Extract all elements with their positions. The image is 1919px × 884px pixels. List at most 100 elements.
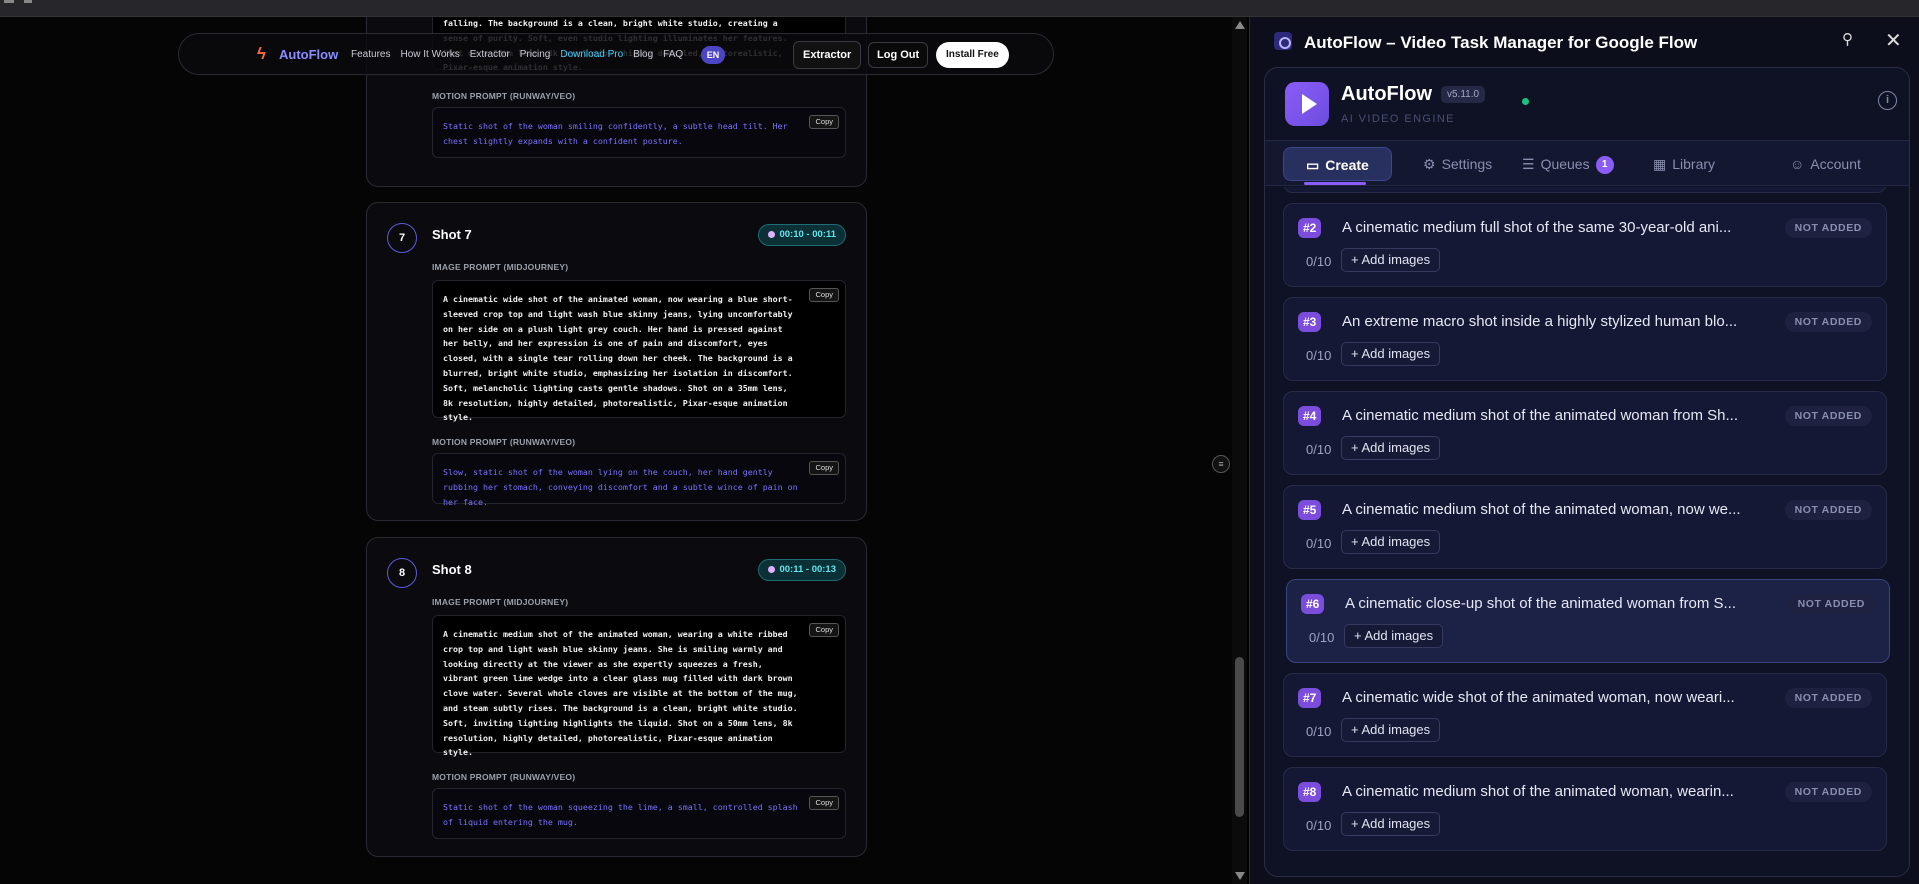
nav-link-features[interactable]: Features — [351, 49, 390, 60]
image-count: 0/10 — [1306, 536, 1332, 551]
nav-link-download-pro[interactable]: Download Pro — [560, 49, 623, 60]
image-count: 0/10 — [1306, 818, 1332, 833]
tab-queues[interactable]: ☰ Queues 1 — [1522, 147, 1614, 181]
install-free-button[interactable]: Install Free — [936, 42, 1009, 68]
image-prompt-text: A cinematic wide shot of the animated wo… — [443, 294, 793, 423]
task-item[interactable]: #8 A cinematic medium shot of the animat… — [1283, 767, 1887, 851]
tab-library[interactable]: ▦ Library — [1653, 147, 1715, 181]
task-number: #2 — [1298, 218, 1322, 238]
task-item[interactable]: #5 A cinematic medium shot of the animat… — [1283, 485, 1887, 569]
extension-body: AutoFlow v5.11.0 AI VIDEO ENGINE i ▭ Crea… — [1264, 67, 1910, 877]
app-tagline: AI VIDEO ENGINE — [1341, 113, 1455, 125]
task-description: A cinematic wide shot of the animated wo… — [1342, 689, 1735, 706]
shot-card: 8 Shot 8 00:11 - 00:13 IMAGE PROMPT (MID… — [366, 537, 867, 857]
status-badge: NOT ADDED — [1784, 688, 1872, 708]
image-count: 0/10 — [1306, 724, 1332, 739]
task-item[interactable]: #3 An extreme macro shot inside a highly… — [1283, 297, 1887, 381]
scrollbar-thumb[interactable] — [1235, 657, 1244, 817]
list-item[interactable] — [1283, 187, 1887, 193]
video-icon: ▭ — [1306, 157, 1320, 173]
scroll-down-icon[interactable] — [1235, 872, 1245, 880]
status-badge: NOT ADDED — [1784, 500, 1872, 520]
nav-link-pricing[interactable]: Pricing — [520, 49, 551, 60]
tab-label: Settings — [1441, 156, 1493, 172]
window-icon — [24, 0, 32, 3]
image-count: 0/10 — [1309, 630, 1335, 645]
nav-link-extractor[interactable]: Extractor — [470, 49, 510, 60]
task-number: #3 — [1298, 312, 1322, 332]
play-logo-icon — [1285, 82, 1329, 126]
motion-prompt-box: Slow, static shot of the woman lying on … — [432, 453, 846, 507]
motion-prompt-label: MOTION PROMPT (RUNWAY/VEO) — [432, 91, 576, 101]
image-prompt-box: A cinematic wide shot of the animated wo… — [432, 280, 846, 422]
nav-link-blog[interactable]: Blog — [633, 49, 653, 60]
site-navbar: ϟ AutoFlow Features How It Works Extract… — [178, 33, 1054, 75]
tab-label: Library — [1672, 156, 1716, 172]
tab-label: Account — [1810, 156, 1861, 172]
motion-prompt-box: Static shot of the woman smiling confide… — [432, 107, 846, 158]
time-range: 00:11 - 00:13 — [779, 564, 836, 575]
add-images-button[interactable]: + Add images — [1341, 812, 1441, 836]
image-prompt-label: IMAGE PROMPT (MIDJOURNEY) — [432, 262, 569, 272]
motion-prompt-label: MOTION PROMPT (RUNWAY/VEO) — [432, 437, 576, 447]
panel-toggle-icon[interactable]: ≡ — [1212, 455, 1230, 473]
copy-button[interactable]: Copy — [809, 623, 839, 637]
nav-link-faq[interactable]: FAQ — [663, 49, 683, 60]
copy-button[interactable]: Copy — [809, 115, 839, 129]
list-icon: ☰ — [1522, 156, 1535, 172]
page-scrollbar[interactable] — [1232, 17, 1247, 884]
bolt-icon: ϟ — [257, 44, 266, 63]
active-tab-indicator — [1304, 182, 1366, 185]
close-icon[interactable]: ✕ — [1885, 28, 1902, 53]
task-description: A cinematic medium shot of the animated … — [1342, 407, 1739, 424]
copy-button[interactable]: Copy — [809, 288, 839, 302]
task-description: An extreme macro shot inside a highly st… — [1342, 313, 1738, 330]
tab-create[interactable]: ▭ Create — [1283, 147, 1392, 185]
status-badge: NOT ADDED — [1784, 782, 1872, 802]
task-item[interactable]: #4 A cinematic medium shot of the animat… — [1283, 391, 1887, 475]
motion-prompt-text: Static shot of the woman smiling confide… — [443, 121, 788, 146]
add-images-button[interactable]: + Add images — [1344, 624, 1444, 648]
scroll-up-icon[interactable] — [1235, 21, 1245, 29]
add-images-button[interactable]: + Add images — [1341, 718, 1441, 742]
shot-number: 7 — [387, 223, 417, 253]
language-toggle[interactable]: EN — [701, 46, 725, 64]
image-prompt-text: A cinematic medium shot of the animated … — [443, 629, 798, 758]
add-images-button[interactable]: + Add images — [1341, 530, 1441, 554]
version-badge: v5.11.0 — [1441, 86, 1486, 103]
info-icon[interactable]: i — [1878, 91, 1897, 110]
shot-number: 8 — [387, 558, 417, 588]
extractor-button[interactable]: Extractor — [793, 41, 862, 69]
browser-top-strip — [0, 0, 1919, 17]
time-badge: 00:11 - 00:13 — [758, 559, 846, 581]
shot-card: 7 Shot 7 00:10 - 00:11 IMAGE PROMPT (MID… — [366, 202, 867, 521]
motion-prompt-text: Static shot of the woman squeezing the l… — [443, 802, 798, 827]
pin-icon[interactable]: ⚲ — [1842, 30, 1853, 48]
nav-link-how-it-works[interactable]: How It Works — [400, 49, 459, 60]
task-item[interactable]: #6 A cinematic close-up shot of the anim… — [1286, 579, 1890, 663]
task-list: #2 A cinematic medium full shot of the s… — [1265, 187, 1909, 876]
add-images-button[interactable]: + Add images — [1341, 248, 1441, 272]
image-count: 0/10 — [1306, 254, 1332, 269]
image-count: 0/10 — [1306, 442, 1332, 457]
app-icon — [1274, 32, 1292, 50]
add-images-button[interactable]: + Add images — [1341, 436, 1441, 460]
tab-account[interactable]: ☺ Account — [1790, 147, 1861, 181]
tab-settings[interactable]: ⚙ Settings — [1423, 147, 1492, 181]
gear-icon: ⚙ — [1423, 156, 1436, 172]
copy-button[interactable]: Copy — [809, 796, 839, 810]
image-prompt-label: IMAGE PROMPT (MIDJOURNEY) — [432, 597, 569, 607]
task-item[interactable]: #2 A cinematic medium full shot of the s… — [1283, 203, 1887, 287]
add-images-button[interactable]: + Add images — [1341, 342, 1441, 366]
motion-prompt-label: MOTION PROMPT (RUNWAY/VEO) — [432, 772, 576, 782]
task-description: A cinematic close-up shot of the animate… — [1345, 595, 1737, 612]
site-brand[interactable]: AutoFlow — [279, 47, 338, 62]
task-item[interactable]: #7 A cinematic wide shot of the animated… — [1283, 673, 1887, 757]
motion-prompt-box: Static shot of the woman squeezing the l… — [432, 788, 846, 839]
shot-title: Shot 7 — [432, 227, 472, 242]
tab-bar: ▭ Create ⚙ Settings ☰ Queues 1 ▦ Library ☺ Acc… — [1265, 140, 1909, 186]
time-badge: 00:10 - 00:11 — [758, 224, 846, 246]
copy-button[interactable]: Copy — [809, 461, 839, 475]
task-number: #8 — [1298, 782, 1322, 802]
logout-button[interactable]: Log Out — [868, 42, 929, 68]
